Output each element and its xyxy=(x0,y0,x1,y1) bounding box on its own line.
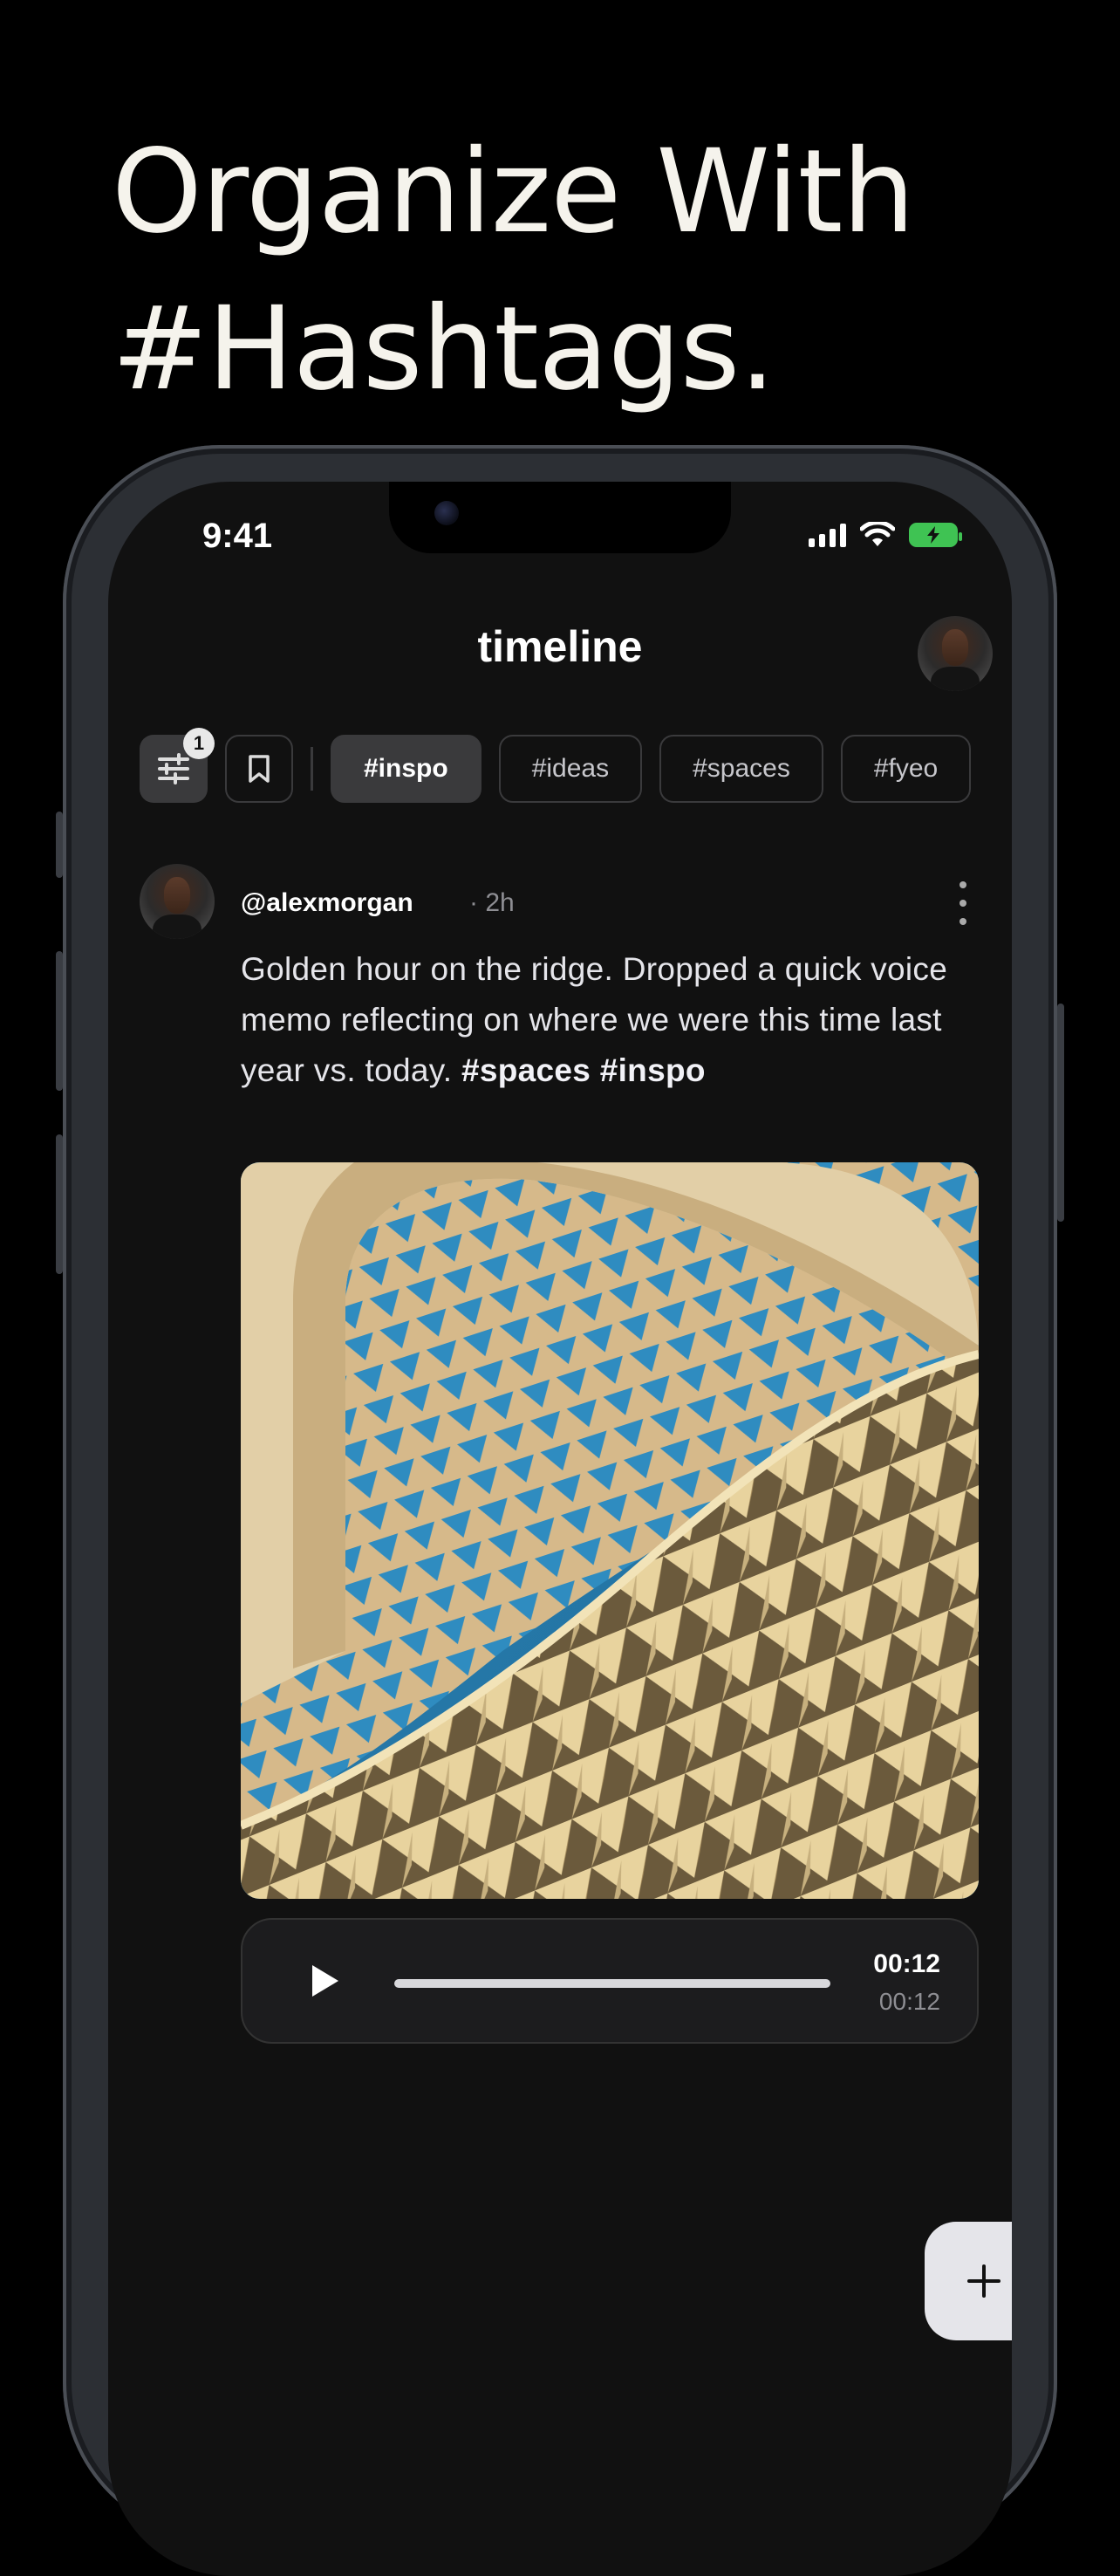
audio-duration: 00:12 xyxy=(873,1949,940,1978)
headline-line-1: Organize With xyxy=(112,125,915,259)
bookmark-icon xyxy=(249,755,270,783)
post-text-body: Golden hour on the ridge. Dropped a quic… xyxy=(241,951,948,1088)
wifi-icon xyxy=(860,522,895,546)
page-title: timeline xyxy=(477,622,643,671)
headline: Organize With #Hashtags. xyxy=(112,113,1071,428)
battery-charging-icon xyxy=(909,523,962,547)
hashtag-spaces[interactable]: #spaces xyxy=(461,1052,591,1088)
notch xyxy=(389,482,731,553)
filter-divider xyxy=(311,747,313,791)
phone-frame: 9:41 timeline 1 #inspo #ideas #spaces #f… xyxy=(56,445,1064,2576)
volume-up-button xyxy=(56,951,63,1091)
chip-fyeo[interactable]: #fyeo xyxy=(840,735,972,803)
more-options-icon[interactable] xyxy=(946,881,980,925)
status-time: 9:41 xyxy=(202,517,273,555)
post-time: · 2h xyxy=(469,888,515,917)
cellular-signal-icon xyxy=(809,523,846,547)
post-image[interactable] xyxy=(241,1162,979,1899)
bookmarks-button[interactable] xyxy=(225,735,293,803)
author-avatar[interactable] xyxy=(140,864,215,939)
chip-inspo[interactable]: #inspo xyxy=(331,735,481,803)
architecture-photo-icon xyxy=(241,1162,979,1899)
front-camera xyxy=(434,501,459,525)
app-screen: 9:41 timeline 1 #inspo #ideas #spaces #f… xyxy=(108,482,1012,2576)
power-button xyxy=(1057,1004,1064,1222)
headline-line-2: #Hashtags. xyxy=(112,282,775,416)
mute-switch xyxy=(56,812,63,878)
volume-down-button xyxy=(56,1134,63,1274)
post-header: @alexmorgan · 2h xyxy=(140,864,980,939)
audio-progress-track[interactable] xyxy=(394,1979,830,1988)
filter-button[interactable]: 1 xyxy=(140,728,215,803)
play-icon[interactable] xyxy=(312,1965,338,1997)
hashtag-inspo[interactable]: #inspo xyxy=(600,1052,706,1088)
filter-row: 1 #inspo #ideas #spaces #fyeo xyxy=(140,728,988,803)
audio-elapsed: 00:12 xyxy=(878,1988,940,2015)
plus-icon xyxy=(967,2264,1000,2298)
status-icons xyxy=(809,522,962,548)
sliders-icon xyxy=(158,753,189,784)
chip-ideas[interactable]: #ideas xyxy=(498,735,643,803)
post-username[interactable]: @alexmorgan xyxy=(241,888,413,918)
voice-memo-player: 00:12 00:12 xyxy=(241,1918,979,2044)
compose-button[interactable] xyxy=(925,2222,1012,2340)
profile-avatar[interactable] xyxy=(918,616,993,691)
filter-count-badge: 1 xyxy=(183,728,215,759)
post-text: Golden hour on the ridge. Dropped a quic… xyxy=(241,944,991,1096)
chip-spaces[interactable]: #spaces xyxy=(659,735,823,803)
